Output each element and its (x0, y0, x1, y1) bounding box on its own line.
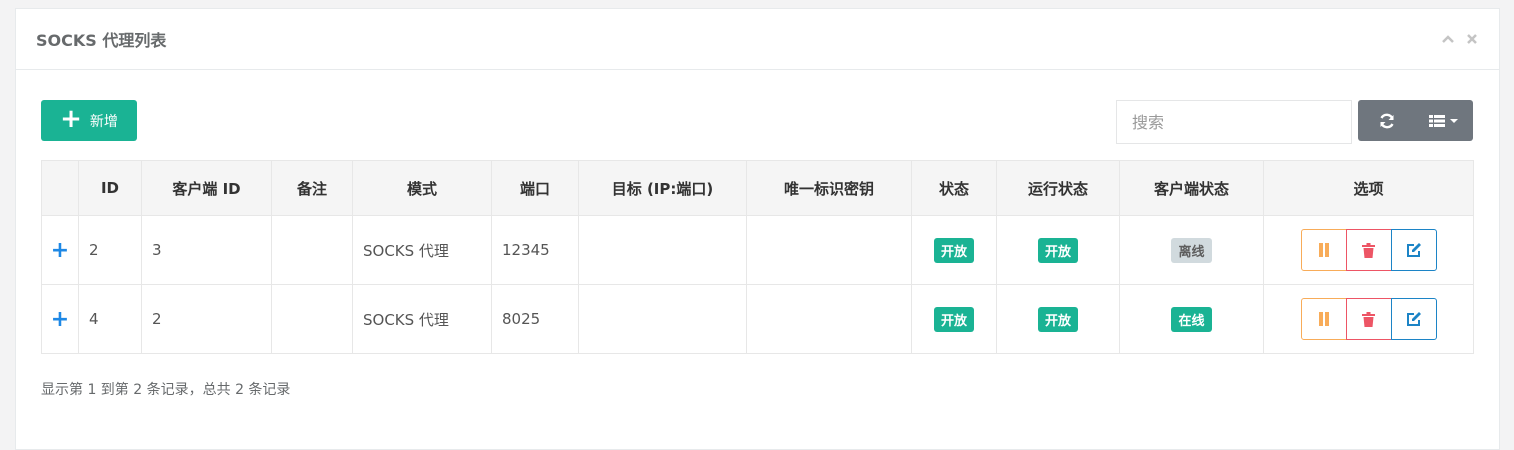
cell-target (578, 215, 747, 285)
col-key[interactable]: 唯一标识密钥 (746, 160, 912, 216)
proxy-table: ID 客户端 ID 备注 模式 端口 目标 (IP:端口) 唯一标识密钥 状态 … (41, 160, 1474, 354)
trash-icon (1362, 311, 1375, 327)
col-expand (41, 160, 79, 216)
cell-target (578, 284, 747, 354)
expand-row-icon[interactable]: + (51, 307, 69, 332)
plus-icon: + (60, 104, 82, 134)
cell-port: 8025 (491, 284, 579, 354)
col-status[interactable]: 状态 (911, 160, 997, 216)
col-port[interactable]: 端口 (491, 160, 579, 216)
panel-body: + 新增 搜索 ID 客户端 ID 备注 模式 端口 目标 (IP:端口) 唯一… (15, 8, 1500, 450)
col-client-id[interactable]: 客户端 ID (141, 160, 272, 216)
col-run-status[interactable]: 运行状态 (996, 160, 1120, 216)
col-mode[interactable]: 模式 (352, 160, 492, 216)
cell-key (746, 284, 912, 354)
add-button-label: 新增 (89, 113, 118, 130)
col-remark[interactable]: 备注 (271, 160, 353, 216)
search-input[interactable] (1116, 100, 1352, 144)
trash-icon (1362, 242, 1375, 258)
list-icon (1429, 114, 1459, 127)
table-row: + 4 2 SOCKS 代理 8025 开放 开放 在线 (41, 284, 1474, 354)
cell-run-status: 开放 (996, 284, 1120, 354)
status-badge: 开放 (933, 306, 974, 332)
columns-dropdown-button[interactable] (1416, 100, 1474, 141)
col-id[interactable]: ID (78, 160, 142, 216)
cell-id: 4 (78, 284, 142, 354)
cell-status: 开放 (911, 284, 997, 354)
cell-options (1263, 215, 1474, 285)
col-target[interactable]: 目标 (IP:端口) (578, 160, 747, 216)
table-tools-group (1358, 100, 1473, 141)
cell-key (746, 215, 912, 285)
table-header-row: ID 客户端 ID 备注 模式 端口 目标 (IP:端口) 唯一标识密钥 状态 … (41, 160, 1474, 216)
pause-icon (1318, 312, 1329, 326)
expand-cell: + (41, 215, 79, 285)
status-badge: 开放 (933, 237, 974, 263)
cell-mode: SOCKS 代理 (352, 215, 492, 285)
pause-button[interactable] (1300, 229, 1347, 271)
client-status-badge: 离线 (1171, 237, 1212, 263)
expand-row-icon[interactable]: + (51, 238, 69, 263)
edit-button[interactable] (1390, 298, 1437, 340)
edit-icon (1406, 311, 1421, 326)
pagination-summary: 显示第 1 到第 2 条记录，总共 2 条记录 (41, 382, 291, 398)
table-row: + 2 3 SOCKS 代理 12345 开放 开放 离线 (41, 215, 1474, 285)
row-actions (1300, 229, 1437, 271)
edit-button[interactable] (1390, 229, 1437, 271)
cell-id: 2 (78, 215, 142, 285)
cell-options (1263, 284, 1474, 354)
run-status-badge: 开放 (1037, 237, 1078, 263)
expand-cell: + (41, 284, 79, 354)
cell-client-id: 2 (141, 284, 272, 354)
pause-button[interactable] (1300, 298, 1347, 340)
run-status-badge: 开放 (1037, 306, 1078, 332)
cell-client-status: 离线 (1119, 215, 1264, 285)
delete-button[interactable] (1345, 229, 1392, 271)
delete-button[interactable] (1345, 298, 1392, 340)
cell-port: 12345 (491, 215, 579, 285)
row-actions (1300, 298, 1437, 340)
cell-status: 开放 (911, 215, 997, 285)
refresh-icon (1380, 113, 1394, 128)
col-options: 选项 (1263, 160, 1474, 216)
cell-client-status: 在线 (1119, 284, 1264, 354)
cell-run-status: 开放 (996, 215, 1120, 285)
cell-client-id: 3 (141, 215, 272, 285)
client-status-badge: 在线 (1171, 306, 1212, 332)
col-client-status[interactable]: 客户端状态 (1119, 160, 1264, 216)
edit-icon (1406, 242, 1421, 257)
toolbar: + 新增 (41, 100, 1474, 144)
cell-remark (271, 284, 353, 354)
cell-mode: SOCKS 代理 (352, 284, 492, 354)
add-button[interactable]: + 新增 (41, 100, 137, 141)
pause-icon (1318, 243, 1329, 257)
refresh-button[interactable] (1358, 100, 1416, 141)
cell-remark (271, 215, 353, 285)
